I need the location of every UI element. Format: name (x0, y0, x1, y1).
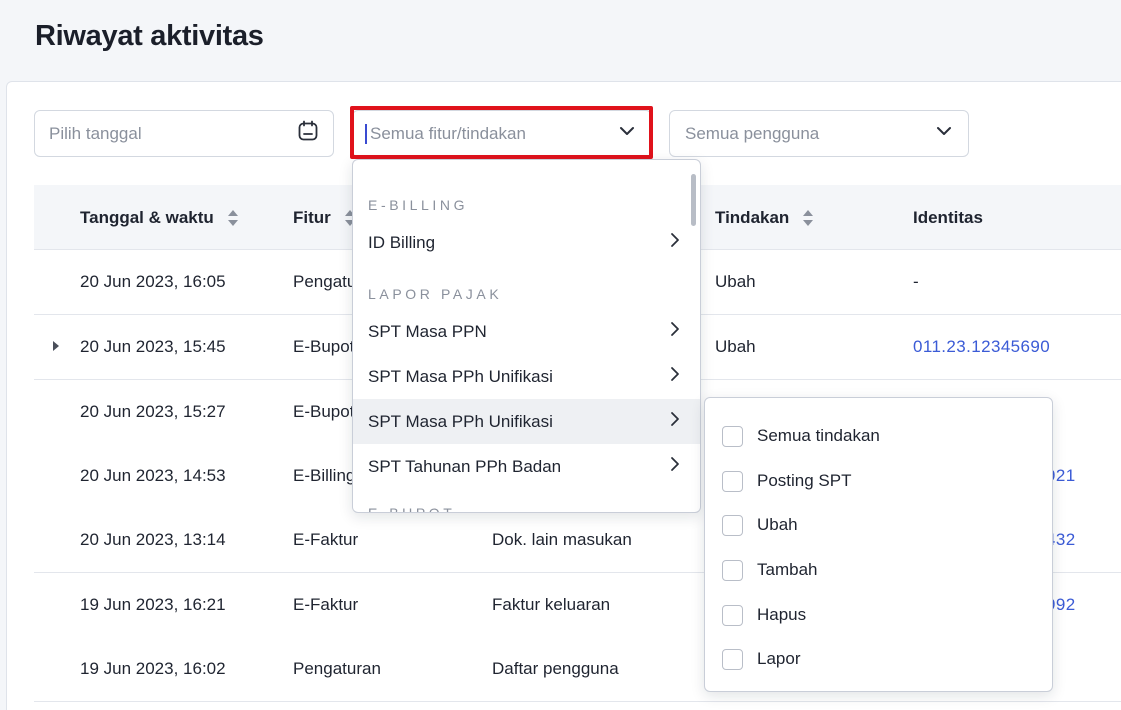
checkbox-label: Semua tindakan (757, 426, 880, 445)
row-feature: E-Faktur (293, 530, 359, 549)
column-header-identity-label: Identitas (913, 207, 983, 227)
menu-item-label: SPT Tahunan PPh Badan (368, 456, 562, 476)
column-header-action-label: Tindakan (715, 207, 790, 227)
checkbox[interactable] (722, 514, 743, 536)
row-feature: E-Billing (293, 466, 356, 485)
checkbox[interactable] (722, 604, 743, 626)
column-header-datetime-label: Tanggal & waktu (80, 207, 214, 227)
row-action: Ubah (715, 272, 756, 291)
row-identity: - (913, 272, 919, 291)
checkbox[interactable] (722, 470, 743, 492)
action-submenu[interactable]: Semua tindakan Posting SPT Ubah Tambah H… (704, 397, 1053, 692)
row-datetime: 20 Jun 2023, 13:14 (80, 530, 226, 549)
row-datetime: 20 Jun 2023, 16:05 (80, 272, 226, 291)
feature-select-text-wrap: Semua fitur/tindakan (365, 123, 526, 144)
column-header-identity: Identitas (913, 185, 983, 250)
row-detail: Daftar pengguna (492, 659, 619, 678)
user-select[interactable]: Semua pengguna (669, 110, 969, 157)
row-identity-link[interactable]: 011.23.12345690 (913, 315, 1050, 379)
checkbox-option-lapor[interactable]: Lapor (722, 644, 800, 674)
menu-item-spt-masa-pph-unifikasi[interactable]: SPT Masa PPh Unifikasi (353, 354, 700, 399)
row-datetime: 19 Jun 2023, 16:21 (80, 595, 226, 614)
sort-icon[interactable] (227, 209, 238, 226)
sort-icon[interactable] (803, 209, 814, 226)
row-detail: Dok. lain masukan (492, 530, 632, 549)
feature-placeholder: Semua fitur/tindakan (370, 123, 526, 143)
checkbox-label: Ubah (757, 515, 798, 534)
date-picker-input[interactable]: Pilih tanggal (34, 110, 334, 157)
checkbox[interactable] (722, 648, 743, 670)
checkbox-option-posting-spt[interactable]: Posting SPT (722, 466, 852, 496)
checkbox-option-ubah[interactable]: Ubah (722, 510, 798, 540)
checkbox-label: Posting SPT (757, 471, 852, 490)
chevron-right-icon (668, 321, 682, 342)
chevron-right-icon (668, 411, 682, 432)
menu-item-label: ID Billing (368, 232, 436, 252)
row-feature: E-Faktur (293, 595, 359, 614)
feature-dropdown-menu[interactable]: E-BILLING ID Billing LAPOR PAJAK SPT Mas… (352, 159, 701, 513)
menu-item-spt-tahunan-pph-badan[interactable]: SPT Tahunan PPh Badan (353, 444, 700, 489)
date-placeholder: Pilih tanggal (49, 123, 142, 143)
checkbox-label: Tambah (757, 560, 818, 579)
menu-item-label: SPT Masa PPN (368, 321, 487, 341)
column-header-action[interactable]: Tindakan (715, 185, 814, 250)
chevron-right-icon (668, 232, 682, 253)
feature-action-select[interactable]: Semua fitur/tindakan (352, 110, 652, 157)
chevron-right-icon (668, 456, 682, 477)
row-action: Ubah (715, 337, 756, 356)
group-label-partial: E-BUPOT (368, 505, 456, 513)
chevron-down-icon[interactable] (617, 121, 637, 146)
menu-item-label: SPT Masa PPh Unifikasi (368, 411, 553, 431)
group-label-ebilling: E-BILLING (368, 197, 469, 213)
column-header-feature[interactable]: Fitur (293, 185, 355, 250)
chevron-right-icon (668, 366, 682, 387)
menu-item-id-billing[interactable]: ID Billing (353, 220, 700, 265)
checkbox[interactable] (722, 425, 743, 447)
checkbox-option-hapus[interactable]: Hapus (722, 600, 806, 630)
column-header-feature-label: Fitur (293, 207, 331, 227)
row-detail: Faktur keluaran (492, 595, 611, 614)
group-label-lapor-pajak: LAPOR PAJAK (368, 286, 503, 302)
text-caret (365, 123, 367, 144)
page-title: Riwayat aktivitas (35, 20, 264, 52)
checkbox-option-semua-tindakan[interactable]: Semua tindakan (722, 421, 880, 451)
row-datetime: 20 Jun 2023, 15:27 (80, 402, 226, 421)
checkbox[interactable] (722, 559, 743, 581)
row-datetime: 19 Jun 2023, 16:02 (80, 659, 226, 678)
row-datetime: 20 Jun 2023, 14:53 (80, 466, 226, 485)
calendar-icon[interactable] (297, 120, 319, 147)
checkbox-label: Lapor (757, 649, 801, 668)
menu-item-label: SPT Masa PPh Unifikasi (368, 366, 553, 386)
menu-item-spt-masa-ppn[interactable]: SPT Masa PPN (353, 309, 700, 354)
column-header-datetime[interactable]: Tanggal & waktu (80, 185, 238, 250)
row-feature: Pengaturan (293, 659, 381, 678)
row-feature: E-Bupot (293, 402, 355, 421)
menu-item-spt-masa-pph-unifikasi-active[interactable]: SPT Masa PPh Unifikasi (353, 399, 700, 444)
expand-row-icon[interactable] (53, 341, 59, 351)
user-placeholder: Semua pengguna (685, 123, 820, 143)
chevron-down-icon[interactable] (934, 121, 954, 146)
checkbox-option-tambah[interactable]: Tambah (722, 555, 817, 585)
row-feature: E-Bupot (293, 337, 355, 356)
dropdown-scrollbar[interactable] (691, 174, 696, 226)
row-datetime: 20 Jun 2023, 15:45 (80, 337, 226, 356)
checkbox-label: Hapus (757, 605, 807, 624)
